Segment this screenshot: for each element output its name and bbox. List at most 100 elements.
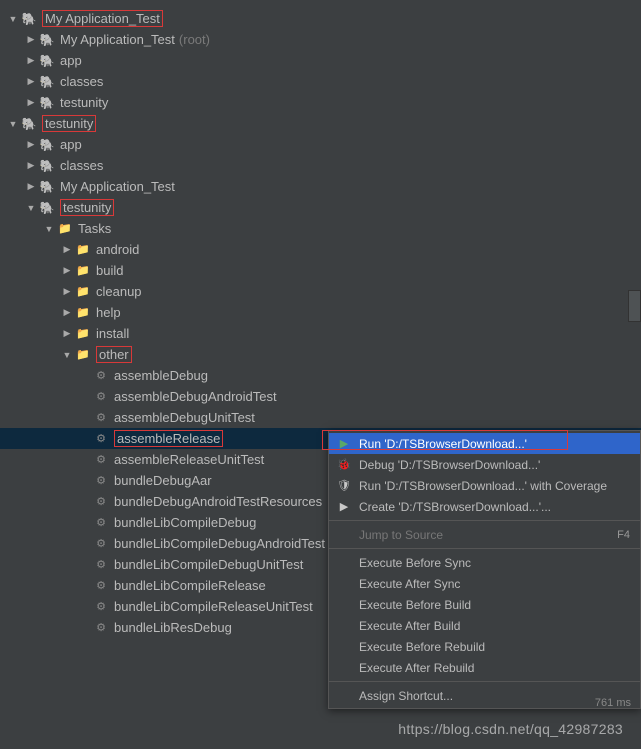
tree-row-assembledebugandroidtest[interactable]: ⚙assembleDebugAndroidTest [0,386,641,407]
menu-item-debug-d-tsbrowserdownload[interactable]: 🐞 Debug 'D:/TSBrowserDownload...' [329,454,640,475]
tree-row-classes[interactable]: ▶🐘classes [0,155,641,176]
tree-row-app[interactable]: ▶🐘 app [0,50,641,71]
menu-item-label: Run 'D:/TSBrowserDownload...' with Cover… [359,479,630,493]
gear-icon: ⚙ [92,600,110,613]
bug-icon: 🐞 [335,458,353,471]
tree-label: bundleDebugAar [114,473,212,488]
tree-label: build [96,263,123,278]
menu-item-label: Execute Before Rebuild [359,640,630,654]
menu-item-execute-after-sync[interactable]: Execute After Sync [329,573,640,594]
menu-item-create-d-tsbrowserdownload[interactable]: ▶Create 'D:/TSBrowserDownload...'... [329,496,640,517]
menu-item-execute-before-sync[interactable]: Execute Before Sync [329,552,640,573]
expand-arrow-icon[interactable]: ▼ [24,203,38,213]
menu-item-execute-after-rebuild[interactable]: Execute After Rebuild [329,657,640,678]
menu-item-run-d-tsbrowserdownload[interactable]: ▶Run 'D:/TSBrowserDownload...' [329,433,640,454]
tree-row-other[interactable]: ▼📁other [0,344,641,365]
tree-label: testunity [60,199,114,216]
tree-row-assembledebugunittest[interactable]: ⚙ assembleDebugUnitTest [0,407,641,428]
tree-row-app[interactable]: ▶🐘app [0,134,641,155]
expand-arrow-icon[interactable]: ▶ [24,34,38,45]
folder-icon: 📁 [74,264,92,277]
tree-row-testunity[interactable]: ▶🐘testunity [0,92,641,113]
tree-row-android[interactable]: ▶📁 android [0,239,641,260]
expand-arrow-icon[interactable]: ▶ [24,160,38,171]
expand-arrow-icon[interactable]: ▶ [60,286,74,297]
watermark: https://blog.csdn.net/qq_42987283 [398,721,623,737]
gear-icon: ⚙ [92,453,110,466]
gear-icon: ⚙ [92,411,110,424]
expand-arrow-icon[interactable]: ▶ [60,328,74,339]
elephant-icon: 🐘 [38,201,56,215]
elephant-icon: 🐘 [38,75,56,89]
gear-icon: ⚙ [92,390,110,403]
menu-item-label: Assign Shortcut... [359,689,630,703]
expand-arrow-icon[interactable]: ▶ [24,97,38,108]
expand-arrow-icon[interactable]: ▶ [60,307,74,318]
folder-icon: 📁 [74,243,92,256]
menu-item-label: Create 'D:/TSBrowserDownload...'... [359,500,630,514]
tree-row-classes[interactable]: ▶🐘 classes [0,71,641,92]
context-menu[interactable]: ▶Run 'D:/TSBrowserDownload...' 🐞 Debug 'D:… [328,430,641,709]
tree-label: bundleLibResDebug [114,620,232,635]
expand-arrow-icon[interactable]: ▶ [24,76,38,87]
tree-label: classes [60,74,103,89]
menu-item-execute-before-build[interactable]: Execute Before Build [329,594,640,615]
tree-label: testunity [42,115,96,132]
menu-item-label: Execute Before Sync [359,556,630,570]
tree-row-assembledebug[interactable]: ⚙assembleDebug [0,365,641,386]
menu-item-label: Jump to Source [359,528,617,542]
expand-arrow-icon[interactable]: ▼ [60,350,74,360]
expand-arrow-icon[interactable]: ▶ [24,55,38,66]
elephant-icon: 🐘 [38,96,56,110]
tree-label: assembleRelease [114,430,223,447]
folder-icon: 📁 [56,222,74,235]
tree-label: bundleDebugAndroidTestResources [114,494,322,509]
elephant-icon: 🐘 [38,138,56,152]
tree-row-my-application_test[interactable]: ▼🐘My Application_Test [0,8,641,29]
coverage-icon: 🛡 [335,479,353,492]
expand-arrow-icon[interactable]: ▶ [24,139,38,150]
elephant-icon: 🐘 [38,54,56,68]
tree-label: install [96,326,129,341]
elephant-icon: 🐘 [20,12,38,26]
menu-separator [329,520,640,521]
tree-label: cleanup [96,284,142,299]
tree-row-tasks[interactable]: ▼📁Tasks [0,218,641,239]
run-icon: ▶ [335,437,353,450]
folder-icon: 📁 [74,327,92,340]
menu-item-label: Debug 'D:/TSBrowserDownload...' [359,458,630,472]
tree-label: android [96,242,139,257]
tree-label: My Application_Test [60,32,175,47]
menu-item-jump-to-source: Jump to SourceF4 [329,524,640,545]
tree-row-testunity[interactable]: ▼🐘testunity [0,113,641,134]
tree-row-install[interactable]: ▶📁 install [0,323,641,344]
tree-row-my-application_test[interactable]: ▶🐘My Application_Test(root) [0,29,641,50]
tree-label: app [60,53,82,68]
expand-arrow-icon[interactable]: ▶ [60,265,74,276]
gear-icon: ⚙ [92,579,110,592]
menu-item-label: Execute Before Build [359,598,630,612]
expand-arrow-icon[interactable]: ▶ [60,244,74,255]
tree-label: bundleLibCompileDebug [114,515,256,530]
tree-row-build[interactable]: ▶📁 build [0,260,641,281]
tree-row-cleanup[interactable]: ▶📁cleanup [0,281,641,302]
expand-arrow-icon[interactable]: ▼ [42,224,56,234]
scrollbar-thumb[interactable] [628,290,641,322]
tree-row-testunity[interactable]: ▼🐘 testunity [0,197,641,218]
status-timing: 761 ms [595,697,631,709]
tree-label: assembleDebugUnitTest [114,410,255,425]
tree-row-my-application_test[interactable]: ▶🐘My Application_Test [0,176,641,197]
expand-arrow-icon[interactable]: ▶ [24,181,38,192]
menu-item-execute-after-build[interactable]: Execute After Build [329,615,640,636]
gear-icon: ⚙ [92,369,110,382]
gear-icon: ⚙ [92,474,110,487]
elephant-icon: 🐘 [38,180,56,194]
folder-icon: 📁 [74,348,92,361]
menu-item-run-d-tsbrowserdownload-with-coverage[interactable]: 🛡 Run 'D:/TSBrowserDownload...' with Cove… [329,475,640,496]
expand-arrow-icon[interactable]: ▼ [6,14,20,24]
menu-item-assign-shortcut[interactable]: Assign Shortcut... [329,685,640,706]
tree-label-suffix: (root) [179,32,210,47]
expand-arrow-icon[interactable]: ▼ [6,119,20,129]
menu-item-execute-before-rebuild[interactable]: Execute Before Rebuild [329,636,640,657]
tree-row-help[interactable]: ▶📁help [0,302,641,323]
